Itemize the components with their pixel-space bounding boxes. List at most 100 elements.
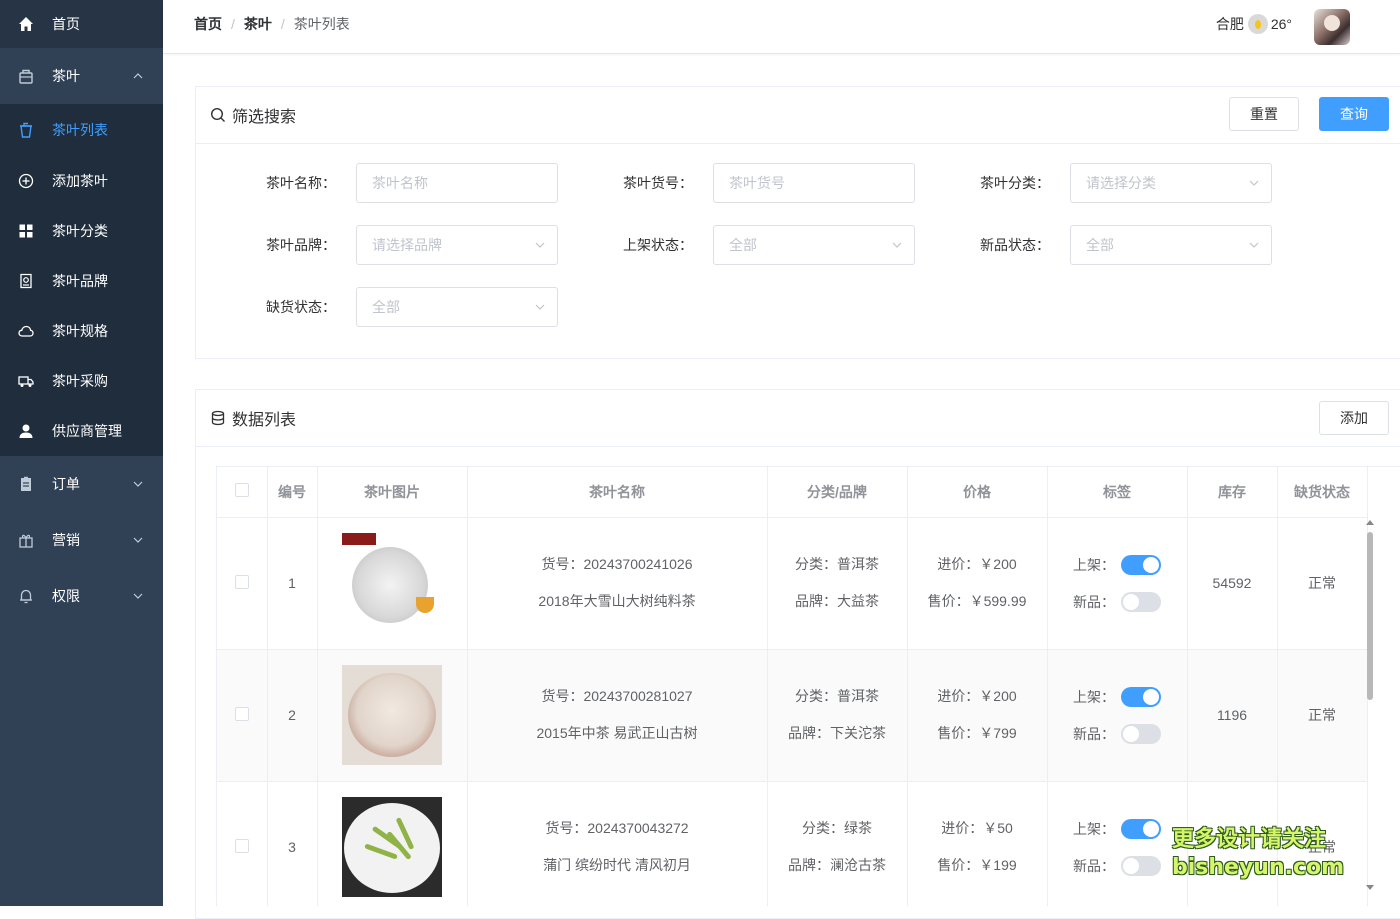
- shelf-switch[interactable]: [1121, 818, 1161, 839]
- sidebar-item-label: 茶叶采购: [52, 373, 108, 389]
- table-scrollbar[interactable]: [1364, 516, 1376, 896]
- sidebar-item-label: 茶叶规格: [52, 323, 108, 339]
- sidebar-item-permission[interactable]: 权限: [0, 568, 163, 624]
- status-cell: 正常: [1277, 517, 1368, 650]
- cup-icon: [18, 122, 34, 138]
- new-tag: 新品：: [1048, 583, 1187, 620]
- sidebar-item-tea-list[interactable]: 茶叶列表: [0, 104, 163, 156]
- tea-name-input[interactable]: 茶叶名称: [356, 163, 558, 203]
- category-brand-cell: 分类：普洱茶 品牌：大益茶: [767, 517, 908, 650]
- breadcrumb-separator: /: [231, 16, 235, 32]
- breadcrumb-home[interactable]: 首页: [194, 14, 222, 34]
- new-status-select[interactable]: 全部: [1070, 225, 1272, 265]
- chevron-down-icon: [1249, 180, 1259, 186]
- tag-cell: 上架： 新品：: [1047, 649, 1188, 782]
- breadcrumb-tea[interactable]: 茶叶: [244, 14, 272, 34]
- image-cell: [317, 517, 468, 650]
- sidebar-item-label: 订单: [52, 476, 80, 492]
- placeholder: 全部: [729, 237, 757, 253]
- sidebar-item-tea-category[interactable]: 茶叶分类: [0, 206, 163, 256]
- sidebar-item-tea-spec[interactable]: 茶叶规格: [0, 306, 163, 356]
- sidebar-item-tea[interactable]: 茶叶: [0, 48, 163, 104]
- weather-temperature: 26°: [1270, 16, 1292, 32]
- product-category: 分类：普洱茶: [795, 688, 879, 704]
- sidebar-item-label: 供应商管理: [52, 423, 122, 439]
- select-all-checkbox[interactable]: [234, 483, 249, 498]
- row-checkbox[interactable]: [234, 838, 249, 853]
- truck-icon: [18, 373, 34, 389]
- price-cell: 进价：￥200 售价：￥799: [907, 649, 1048, 782]
- gift-icon: [18, 532, 34, 548]
- filter-card: 筛选搜索 重置 查询 茶叶名称： 茶叶名称 茶叶货号： 茶叶货号 茶叶分类： 请…: [195, 86, 1400, 359]
- scrollbar-thumb[interactable]: [1367, 532, 1373, 700]
- field-tea-category: 茶叶分类： 请选择分类: [930, 163, 1272, 203]
- sidebar-item-label: 首页: [52, 16, 80, 32]
- new-switch[interactable]: [1121, 855, 1161, 876]
- watermark-line1: 更多设计请关注: [1172, 827, 1327, 852]
- watermark-line2: bisheyun.com: [1172, 855, 1345, 880]
- scroll-down-arrow-icon[interactable]: [1366, 885, 1374, 890]
- sidebar-item-marketing[interactable]: 营销: [0, 512, 163, 568]
- sale-price: 售价：￥799: [937, 725, 1017, 741]
- sidebar-item-label: 添加茶叶: [52, 173, 108, 189]
- brand-select[interactable]: 请选择品牌: [356, 225, 558, 265]
- bell-icon: [18, 588, 34, 604]
- database-icon: [210, 410, 226, 426]
- product-image[interactable]: [342, 797, 442, 897]
- sidebar-item-order[interactable]: 订单: [0, 456, 163, 512]
- category-select[interactable]: 请选择分类: [1070, 163, 1272, 203]
- new-switch[interactable]: [1121, 591, 1161, 612]
- product-name: 2018年大雪山大树纯料茶: [538, 593, 696, 609]
- chevron-down-icon: [535, 242, 545, 248]
- sidebar-item-home[interactable]: 首页: [0, 0, 163, 48]
- sidebar-item-tea-purchase[interactable]: 茶叶采购: [0, 356, 163, 406]
- shelf-switch[interactable]: [1121, 686, 1161, 707]
- table-row: 2 货号：20243700281027 2015年中茶 易武正山古树 分类：普洱…: [217, 649, 1368, 782]
- product-category: 分类：绿茶: [802, 820, 872, 836]
- row-checkbox[interactable]: [234, 706, 249, 721]
- stock-status-select[interactable]: 全部: [356, 287, 558, 327]
- chevron-down-icon: [133, 537, 143, 543]
- badge-icon: [18, 273, 34, 289]
- new-tag: 新品：: [1048, 847, 1187, 884]
- tea-cake-shape: [352, 547, 428, 623]
- user-icon: [18, 423, 34, 439]
- filter-form: 茶叶名称： 茶叶名称 茶叶货号： 茶叶货号 茶叶分类： 请选择分类 茶叶品牌： …: [196, 144, 1400, 359]
- sidebar-item-supplier[interactable]: 供应商管理: [0, 406, 163, 456]
- sidebar-item-add-tea[interactable]: 添加茶叶: [0, 156, 163, 206]
- sidebar-item-label: 茶叶列表: [52, 122, 108, 138]
- filter-header: 筛选搜索 重置 查询: [196, 87, 1400, 144]
- stock-cell: 1196: [1187, 649, 1278, 782]
- weather-city: 合肥: [1215, 16, 1244, 32]
- product-sku: 货号：20243700241026: [541, 556, 693, 572]
- new-switch[interactable]: [1121, 723, 1161, 744]
- sidebar-item-label: 茶叶: [52, 68, 80, 84]
- scroll-up-arrow-icon[interactable]: [1366, 520, 1374, 525]
- bag-icon: [18, 68, 34, 84]
- add-button[interactable]: 添加: [1319, 401, 1389, 435]
- product-sku: 货号：2024370043272: [545, 820, 689, 836]
- row-checkbox[interactable]: [234, 574, 249, 589]
- query-button[interactable]: 查询: [1319, 97, 1389, 131]
- table-row: 1 货号：20243700241026 2018年大雪山大树纯料茶 分类：普洱茶…: [217, 517, 1368, 650]
- shelf-tag: 上架：: [1048, 678, 1187, 715]
- product-image[interactable]: [342, 533, 442, 633]
- field-tea-sku: 茶叶货号： 茶叶货号: [573, 163, 915, 203]
- cost-price: 进价：￥200: [937, 688, 1017, 704]
- shelf-status-select[interactable]: 全部: [713, 225, 915, 265]
- search-icon: [210, 107, 226, 123]
- select-all-cell: [217, 467, 268, 518]
- field-new-status: 新品状态： 全部: [930, 225, 1272, 265]
- column-header: 库存: [1187, 467, 1278, 518]
- reset-button[interactable]: 重置: [1229, 97, 1299, 131]
- placeholder: 请选择品牌: [372, 237, 442, 253]
- top-header: 首页 / 茶叶 / 茶叶列表 合肥 26°: [163, 0, 1400, 54]
- chevron-down-icon: [892, 242, 902, 248]
- shelf-switch[interactable]: [1121, 554, 1161, 575]
- column-header: 分类/品牌: [767, 467, 908, 518]
- product-image[interactable]: [342, 665, 442, 765]
- avatar[interactable]: [1314, 9, 1350, 45]
- sidebar-item-tea-brand[interactable]: 茶叶品牌: [0, 256, 163, 306]
- tea-sku-input[interactable]: 茶叶货号: [713, 163, 915, 203]
- sale-price: 售价：￥199: [937, 857, 1017, 873]
